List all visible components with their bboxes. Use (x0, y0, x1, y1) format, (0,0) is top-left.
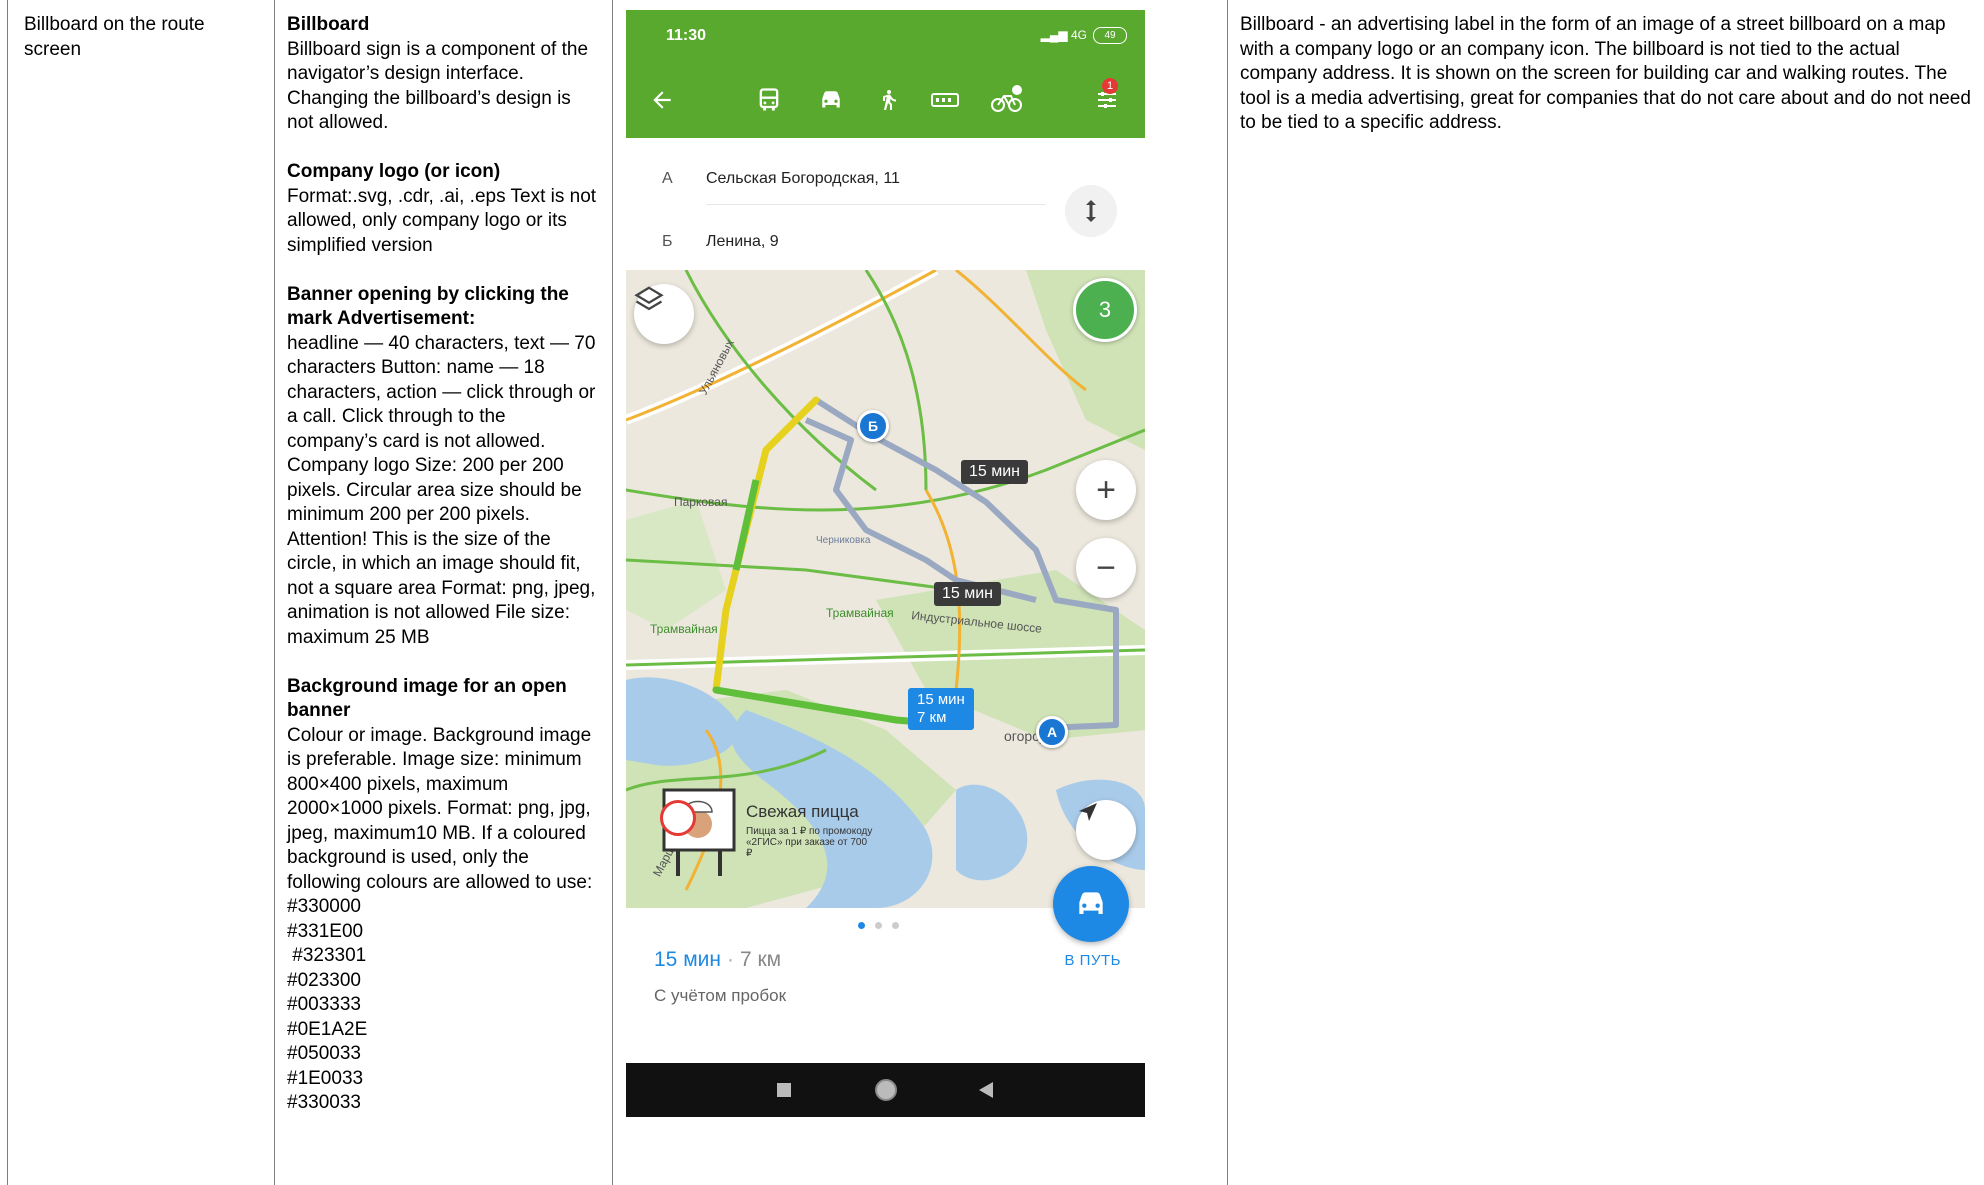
color-code: #330000 (287, 896, 361, 917)
divider (706, 204, 1046, 205)
car-icon (1079, 892, 1103, 914)
billboard-heading: Billboard (287, 14, 370, 35)
billboard-title: Свежая пицца (746, 802, 859, 821)
point-b-tag: Б (662, 233, 673, 250)
logo-text: Format:.svg, .cdr, .ai, .eps Text is not… (287, 185, 597, 256)
filter-icon[interactable]: 1 (1082, 62, 1132, 138)
battery-icon: 49 (1093, 27, 1127, 44)
requirements-cell: Billboard Billboard sign is a component … (287, 13, 597, 1116)
route-time-label[interactable]: 15 мин (934, 582, 1002, 606)
table-border (274, 0, 275, 1185)
logo-block: Company logo (or icon) Format:.svg, .cdr… (287, 160, 597, 258)
bicycle-icon[interactable] (982, 62, 1032, 138)
background-block: Background image for an open banner Colo… (287, 675, 597, 1116)
color-code: #1E0033 (287, 1067, 364, 1089)
street-label: Трамвайная (826, 606, 894, 620)
page-indicator (858, 922, 899, 929)
selected-route-distance: 7 км (917, 709, 947, 726)
point-b-marker[interactable]: Б (857, 410, 889, 442)
point-a-tag: А (662, 170, 673, 187)
table-border (7, 0, 8, 1185)
android-nav-bar (626, 1063, 1145, 1117)
color-code: #003333 (287, 994, 361, 1015)
bus-icon[interactable] (744, 62, 794, 138)
layers-icon (634, 286, 664, 311)
minus-icon: − (1096, 549, 1116, 587)
walk-icon[interactable] (866, 62, 910, 138)
phone-screenshot: 11:30 ▂▄▆ 4G 49 1 А Сельская Богородская… (626, 10, 1145, 1117)
back-button[interactable] (956, 1063, 1016, 1117)
swap-arrows-icon (1086, 200, 1096, 222)
taxi-icon[interactable] (920, 62, 970, 138)
route-map[interactable]: Ульяновых Парковая Черниковка Трамвайная… (626, 270, 1145, 908)
color-code: #330033 (287, 1092, 361, 1113)
trip-separator: · (726, 948, 734, 971)
banner-block: Banner opening by clicking the mark Adve… (287, 283, 597, 651)
trip-summary: 15 мин · 7 км (654, 948, 781, 972)
triangle-back-icon (979, 1082, 993, 1098)
street-label: Парковая (674, 495, 728, 509)
page-dot (858, 922, 865, 929)
logo-heading: Company logo (or icon) (287, 161, 501, 182)
my-location-button[interactable] (1076, 800, 1136, 860)
network-indicator: ▂▄▆ 4G (1041, 28, 1087, 42)
app-bar: 1 (626, 62, 1145, 138)
start-navigation-label[interactable]: В ПУТЬ (1065, 952, 1122, 969)
color-code: #023300 (287, 969, 361, 991)
route-address-panel: А Сельская Богородская, 11 Б Ленина, 9 (626, 138, 1145, 271)
district-label: Черниковка (816, 535, 871, 546)
billboard-text: Billboard sign is a component of the nav… (287, 38, 589, 134)
banner-text: headline — 40 characters, text — 70 char… (287, 332, 596, 648)
point-a-marker[interactable]: А (1036, 716, 1068, 748)
trip-distance: 7 км (739, 948, 782, 971)
recent-apps-button[interactable] (754, 1063, 814, 1117)
point-b-field[interactable]: Б Ленина, 9 (662, 233, 779, 251)
selected-route-time: 15 мин (917, 691, 965, 708)
traffic-camera-icon[interactable] (660, 800, 696, 836)
billboard-text: Пицца за 1 ₽ по промокоду «2ГИС» при зак… (746, 826, 873, 859)
plus-icon: + (1096, 471, 1116, 509)
zoom-out-button[interactable]: − (1076, 538, 1136, 598)
row-label: Billboard on the route screen (24, 14, 205, 60)
banner-heading: Banner opening by clicking the mark Adve… (287, 283, 569, 330)
table-border (1227, 0, 1228, 1185)
point-a-address: Сельская Богородская, 11 (706, 170, 900, 187)
table-border (612, 0, 613, 1185)
color-code: #323301 (287, 945, 367, 966)
color-code: #331E00 (287, 920, 364, 942)
square-icon (777, 1083, 791, 1097)
back-arrow-icon[interactable] (638, 62, 686, 138)
description-text: Billboard - an advertising label in the … (1240, 14, 1971, 133)
location-arrow-icon (1079, 803, 1097, 821)
notification-badge: 1 (1102, 78, 1118, 94)
color-code: #050033 (287, 1043, 361, 1064)
billboard-block: Billboard Billboard sign is a component … (287, 13, 597, 136)
network-type: 4G (1070, 28, 1087, 42)
signal-icon: ▂▄▆ (1040, 28, 1068, 42)
background-text: Colour or image. Background image is pre… (287, 724, 593, 893)
background-heading: Background image for an open banner (287, 675, 567, 722)
route-time-label[interactable]: 15 мин (961, 460, 1029, 484)
route-summary-panel: 15 мин · 7 км С учётом пробок В ПУТЬ (626, 866, 1145, 1063)
swap-points-button[interactable] (1065, 185, 1117, 237)
car-icon[interactable] (806, 62, 856, 138)
status-bar: 11:30 ▂▄▆ 4G 49 (626, 10, 1145, 62)
page-dot (892, 922, 899, 929)
circle-icon (875, 1079, 897, 1101)
cluster-badge[interactable]: 3 (1073, 278, 1137, 342)
trip-time: 15 мин (654, 948, 721, 971)
traffic-note: С учётом пробок (654, 986, 787, 1005)
start-navigation-button[interactable] (1053, 866, 1129, 942)
page-dot (875, 922, 882, 929)
home-button[interactable] (856, 1063, 916, 1117)
layers-button[interactable] (634, 284, 694, 344)
status-time: 11:30 (666, 27, 707, 44)
street-label: Трамвайная (650, 622, 718, 636)
selected-route-label[interactable]: 15 мин 7 км (908, 688, 974, 730)
point-a-field[interactable]: А Сельская Богородская, 11 (662, 170, 900, 188)
point-b-address: Ленина, 9 (706, 233, 779, 250)
color-code: #0E1A2E (287, 1018, 368, 1040)
zoom-in-button[interactable]: + (1076, 460, 1136, 520)
